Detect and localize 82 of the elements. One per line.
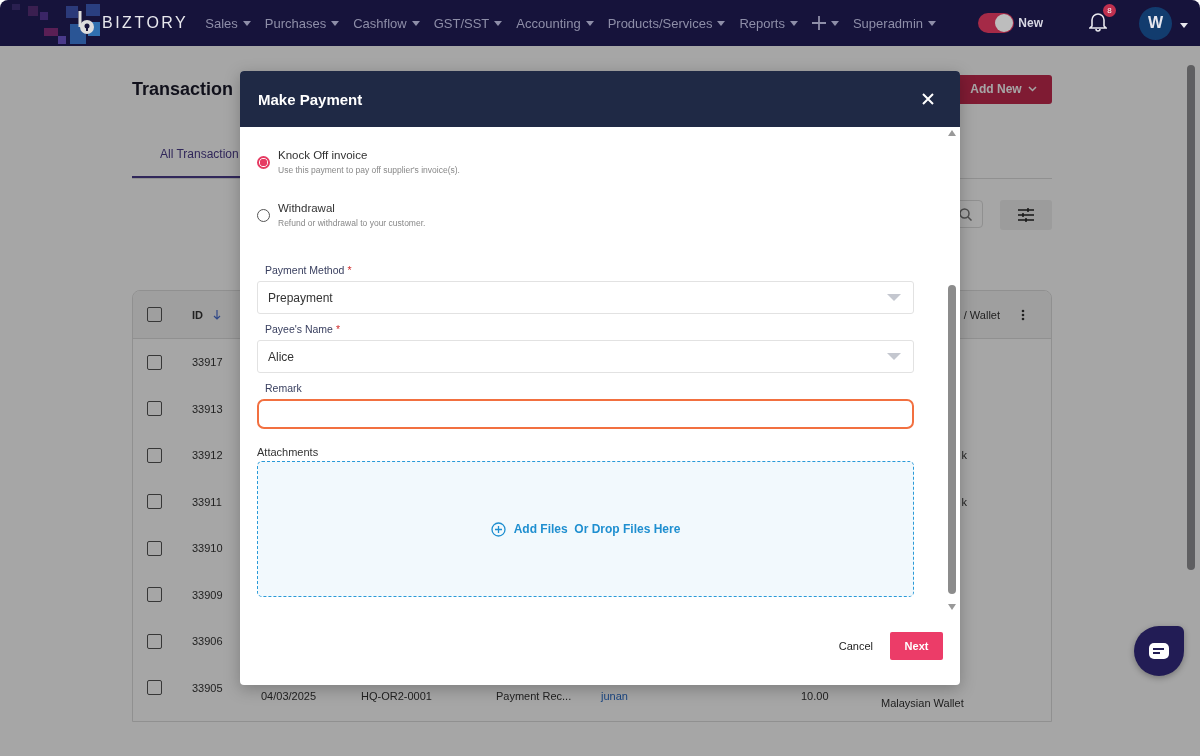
caret-icon — [411, 20, 420, 26]
option-hint: Refund or withdrawal to your customer. — [278, 218, 426, 228]
option-label: Withdrawal — [278, 202, 336, 214]
notification-count: 8 — [1103, 4, 1116, 17]
date-cell-text: 04/03/2025 — [261, 688, 318, 702]
modal-title: Make Payment — [258, 90, 363, 108]
nav-menu-item[interactable]: Purchases — [264, 15, 340, 31]
brand-name: BIZTORY — [102, 14, 189, 32]
wallet-cell-text: Malaysian Wallet — [880, 695, 965, 709]
close-button[interactable] — [922, 93, 934, 105]
nav-menu-item[interactable]: GST/SST — [433, 15, 503, 31]
field-label: Payment Method — [265, 264, 345, 278]
filter-button[interactable] — [1000, 200, 1052, 230]
page-scrollbar[interactable] — [1187, 65, 1195, 570]
sort-down-icon — [213, 309, 221, 320]
amount-cell-text: 10.00 — [801, 688, 830, 702]
nav-menu-item[interactable]: Products/Services — [607, 15, 726, 31]
notifications-button[interactable] — [1087, 12, 1109, 34]
dropdown-arrow-icon — [887, 353, 901, 360]
user-avatar[interactable]: W — [1139, 6, 1172, 40]
caret-icon — [928, 20, 937, 26]
required-mark: * — [347, 264, 352, 278]
add-files-link[interactable]: Add Files Or Drop Files Here — [484, 520, 687, 538]
page-title: Transaction — [132, 78, 234, 100]
dropdown-field[interactable]: Alice — [257, 340, 914, 373]
chat-icon — [1149, 643, 1169, 659]
plus-icon — [811, 16, 826, 30]
nav-menu-item[interactable]: Reports — [739, 15, 798, 31]
id-cell-text: 33911 — [191, 495, 223, 508]
option-label: Knock Off invoice — [278, 149, 369, 161]
nav-menu-item[interactable]: Accounting — [516, 15, 594, 31]
field-label: Remark — [265, 382, 302, 396]
caret-icon — [494, 20, 503, 26]
row-checkbox[interactable] — [147, 401, 162, 417]
attachments-label: Attachments — [257, 446, 320, 458]
row-checkbox[interactable] — [147, 540, 162, 556]
plus-circle-icon — [490, 521, 506, 537]
dropdown-arrow-icon — [887, 294, 901, 301]
id-cell-text: 33913 — [191, 402, 224, 415]
cancel-button[interactable]: Cancel — [838, 634, 873, 658]
bell-icon — [1089, 12, 1107, 32]
type-cell-text: Payment Rec... — [496, 688, 573, 702]
option-hint: Use this payment to pay off supplier's invoice(s). — [278, 165, 460, 175]
row-checkbox[interactable] — [147, 587, 162, 603]
id-cell-text: 33917 — [191, 356, 224, 369]
reference-cell-text: HQ-OR2-0001 — [361, 688, 433, 702]
file-drop-zone[interactable]: Add Files Or Drop Files Here — [257, 461, 914, 597]
caret-icon — [242, 20, 251, 26]
remark-field[interactable] — [257, 399, 914, 429]
required-mark: * — [335, 323, 341, 337]
sliders-icon — [1018, 208, 1034, 222]
nav-menu-item[interactable]: Superadmin — [852, 15, 937, 31]
nav-menu-item[interactable]: Sales — [205, 15, 251, 31]
radio-button[interactable] — [257, 156, 270, 169]
row-checkbox[interactable] — [147, 680, 162, 696]
column-header[interactable]: ID — [192, 308, 203, 321]
caret-icon — [585, 20, 594, 26]
nav-menu-item[interactable]: Cashflow — [353, 15, 420, 31]
next-button[interactable]: Next — [890, 632, 943, 660]
caret-icon — [1180, 23, 1188, 28]
wallet-cell-text: k — [960, 449, 968, 462]
caret-icon — [789, 20, 798, 26]
id-cell-text: 33905 — [191, 681, 224, 694]
id-cell-text: 33909 — [191, 588, 224, 601]
row-checkbox[interactable] — [147, 633, 162, 649]
wallet-cell-text: k — [960, 495, 968, 508]
row-checkbox[interactable] — [147, 447, 162, 463]
row-checkbox[interactable] — [147, 354, 162, 370]
nav-add-menu[interactable] — [811, 15, 839, 31]
dropdown-field[interactable]: Prepayment — [257, 281, 914, 314]
close-icon — [922, 93, 934, 105]
chevron-down-icon — [1027, 86, 1037, 92]
search-icon — [959, 207, 972, 221]
caret-icon — [830, 20, 839, 26]
select-all-checkbox[interactable] — [147, 307, 162, 322]
caret-icon — [331, 20, 340, 26]
field-label: Payee's Name — [265, 323, 333, 337]
id-cell-text: 33910 — [191, 542, 224, 555]
id-cell-text: 33906 — [191, 635, 224, 648]
row-checkbox[interactable] — [147, 494, 162, 510]
more-vertical-icon[interactable] — [1021, 308, 1025, 321]
caret-icon — [717, 20, 726, 26]
